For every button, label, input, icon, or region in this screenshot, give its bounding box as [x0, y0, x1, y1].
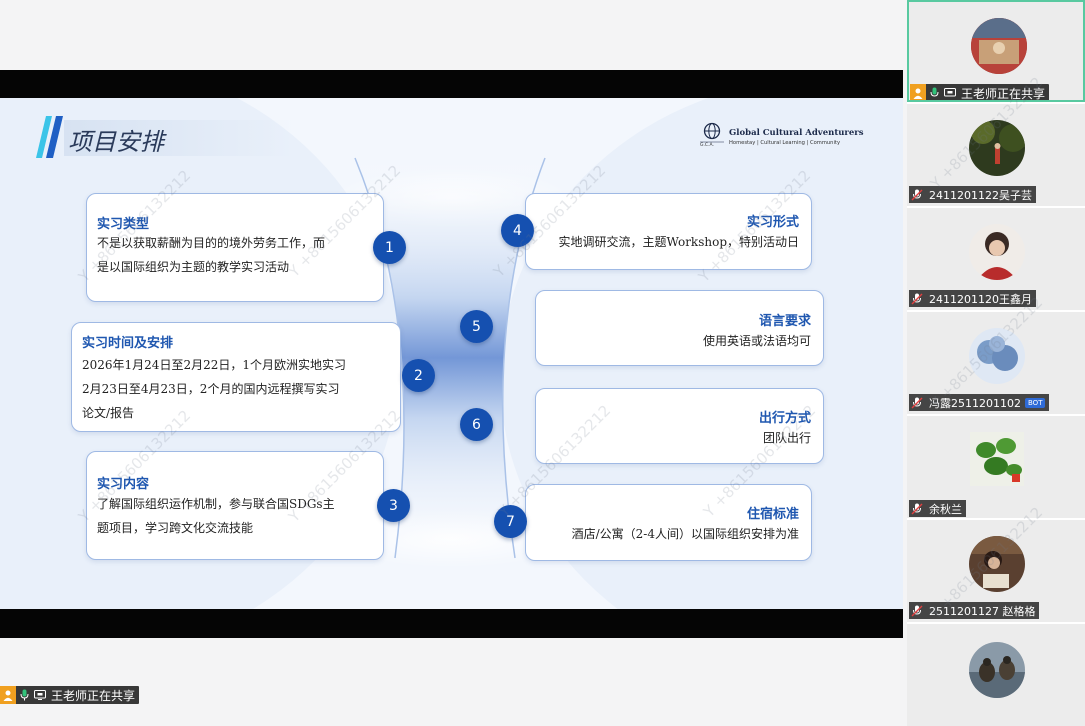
slide-title: 项目安排 [68, 128, 164, 156]
logo-name: Global Cultural Adventurers [729, 128, 864, 138]
mic-muted-icon [911, 605, 923, 616]
mic-muted-icon [911, 397, 923, 408]
participant-name: 冯露2511201102 [929, 396, 1021, 410]
sharing-status-tag[interactable]: 王老师正在共享 [0, 686, 140, 704]
flowers-avatar [969, 328, 1025, 384]
title-stripes-icon [36, 116, 63, 158]
participant-name: 余秋兰 [929, 502, 962, 516]
step-number-2: 2 [402, 359, 435, 392]
letterbox-bottom [0, 609, 903, 638]
participant-tile[interactable]: 冯露2511201102 BOT [907, 312, 1085, 414]
card-line: 不是以获取薪酬为目的的境外劳务工作，而 [97, 236, 326, 250]
globe-logo-icon [700, 122, 724, 143]
forest-avatar [969, 120, 1025, 176]
sharing-status-tag: 王老师正在共享 [910, 84, 1050, 101]
shared-slide: 项目安排 G.C.A. Global Cultural Adventurers … [0, 98, 903, 609]
card-body: 使用英语或法语均可 [703, 329, 811, 353]
mic-muted-icon [911, 503, 923, 514]
participant-name-tag: 冯露2511201102 BOT [909, 394, 1050, 411]
card-body: 不是以获取薪酬为目的的境外劳务工作，而 是以国际组织为主题的教学实习活动 [97, 231, 325, 279]
step-number-3: 3 [377, 489, 410, 522]
screen-share-icon [942, 84, 958, 100]
card-line: 题项目，学习跨文化交流技能 [97, 521, 254, 535]
card-language: 语言要求 使用英语或法语均可 [535, 290, 824, 366]
participant-tile[interactable]: 王老师正在共享 [907, 0, 1085, 102]
participant-name-tag: 2411201122吴子芸 [909, 186, 1036, 203]
logo-abbr: G.C.A. [700, 143, 714, 148]
card-line: 了解国际组织运作机制，参与联合国SDGs主 [97, 497, 335, 511]
participant-name-tag: 2411201120王鑫月 [909, 290, 1036, 307]
mic-icon [16, 686, 32, 704]
step-number-6: 6 [460, 408, 493, 441]
participant-tile[interactable] [907, 624, 1085, 726]
card-line: 酒店/公寓（2-4人间）以国际组织安排为准 [571, 527, 799, 541]
card-line: 是以国际组织为主题的教学实习活动 [97, 260, 290, 274]
step-number-4: 4 [501, 214, 534, 247]
card-line: 2026年1月24日至2月22日，1个月欧洲实地实习 [82, 358, 346, 372]
participant-name-tag: 2511201127 赵格格 [909, 602, 1040, 619]
sharing-status-label: 王老师正在共享 [51, 688, 136, 703]
participant-name: 王老师正在共享 [961, 86, 1046, 101]
card-line: 2月23日至4月23日，2个月的国内远程撰写实习 [82, 382, 340, 396]
card-line: 使用英语或法语均可 [702, 334, 811, 348]
participant-tile[interactable]: 2411201122吴子芸 [907, 104, 1085, 206]
card-line: 论文/报告 [82, 406, 135, 420]
participant-name-tag: 余秋兰 [909, 500, 966, 517]
card-format: 实习形式 实地调研交流，主题Workshop，特别活动日 [525, 193, 812, 270]
user-icon [0, 686, 16, 704]
participant-tile[interactable]: 2411201120王鑫月 [907, 208, 1085, 310]
card-body: 了解国际组织运作机制，参与联合国SDGs主 题项目，学习跨文化交流技能 [97, 492, 335, 540]
card-title: 实习时间及安排 [82, 336, 174, 351]
card-title: 实习形式 [746, 215, 799, 230]
card-schedule: 实习时间及安排 2026年1月24日至2月22日，1个月欧洲实地实习 2月23日… [71, 322, 401, 432]
gca-logo: G.C.A. Global Cultural Adventurers Homes… [696, 122, 864, 152]
mic-icon [926, 84, 942, 100]
user-icon [910, 84, 926, 100]
participant-tile[interactable]: 2511201127 赵格格 [907, 520, 1085, 622]
card-body: 实地调研交流，主题Workshop，特别活动日 [558, 230, 799, 254]
letterbox-top [0, 70, 903, 98]
card-body: 团队出行 [763, 426, 811, 450]
participant-name: 2511201127 赵格格 [929, 604, 1036, 618]
logo-tagline: Homestay | Cultural Learning | Community [729, 140, 841, 146]
participant-panel: 王老师正在共享 2411201122吴子芸 2411201120王鑫月 冯露25… [907, 0, 1085, 726]
mic-muted-icon [911, 189, 923, 200]
card-accommodation: 住宿标准 酒店/公寓（2-4人间）以国际组织安排为准 [525, 484, 812, 561]
card-title: 实习内容 [97, 477, 150, 492]
plant-avatar [970, 432, 1024, 486]
participant-name: 2411201120王鑫月 [929, 292, 1032, 306]
card-title: 实习类型 [97, 217, 150, 232]
card-body: 2026年1月24日至2月22日，1个月欧洲实地实习 2月23日至4月23日，2… [82, 353, 346, 425]
card-title: 出行方式 [758, 411, 811, 426]
screen-share-icon [32, 686, 48, 704]
participant-name: 2411201122吴子芸 [929, 188, 1032, 202]
card-travel: 出行方式 团队出行 [535, 388, 824, 464]
card-title: 语言要求 [758, 314, 811, 329]
step-number-7: 7 [494, 505, 527, 538]
portrait-avatar [969, 224, 1025, 280]
card-title: 住宿标准 [746, 507, 799, 522]
bot-badge: BOT [1025, 397, 1046, 408]
reading-avatar [969, 536, 1025, 592]
card-line: 团队出行 [762, 431, 811, 445]
card-content: 实习内容 了解国际组织运作机制，参与联合国SDGs主 题项目，学习跨文化交流技能 [86, 451, 384, 560]
card-line: 实地调研交流，主题Workshop，特别活动日 [558, 235, 799, 249]
mic-muted-icon [911, 293, 923, 304]
slide-title-block: 项目安排 [36, 116, 294, 158]
participant-tile[interactable]: 余秋兰 [907, 416, 1085, 518]
share-stage: 项目安排 G.C.A. Global Cultural Adventurers … [0, 0, 905, 706]
ducks-avatar [969, 642, 1025, 698]
card-internship-type: 实习类型 不是以获取薪酬为目的的境外劳务工作，而 是以国际组织为主题的教学实习活… [86, 193, 384, 302]
group-photo-avatar [971, 18, 1027, 74]
step-number-5: 5 [460, 310, 493, 343]
step-number-1: 1 [373, 231, 406, 264]
card-body: 酒店/公寓（2-4人间）以国际组织安排为准 [572, 522, 799, 546]
